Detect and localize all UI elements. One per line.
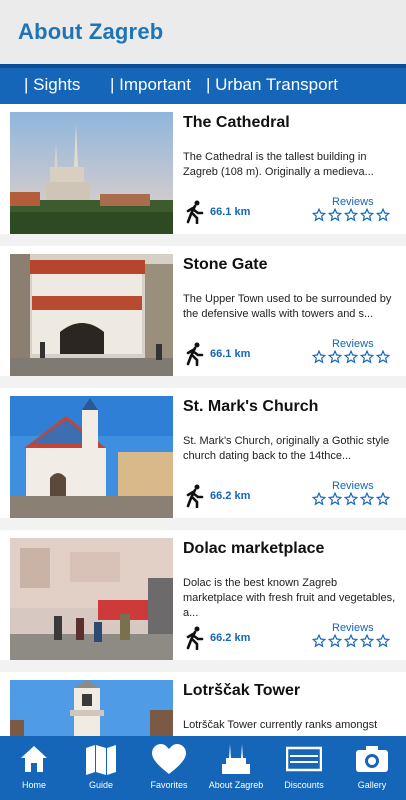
distance-value: 66.2 km [210,632,251,644]
star-icon[interactable] [360,634,374,648]
lotrscak-tower-photo [10,680,173,736]
st-marks-church-photo [10,396,173,518]
list-item[interactable]: Dolac marketplace Dolac is the best know… [0,530,406,666]
map-icon [86,745,116,775]
sight-title: Stone Gate [183,256,268,273]
distance: 66.1 km [183,342,250,366]
star-icon[interactable] [328,492,342,506]
star-rating[interactable] [312,208,390,222]
star-icon[interactable] [344,350,358,364]
reviews-link[interactable]: Reviews [332,196,374,208]
cathedral-photo [10,112,173,234]
nav-discounts[interactable]: Discounts [270,736,338,800]
list-item[interactable]: Stone Gate The Upper Town used to be sur… [0,246,406,382]
distance: 66.1 km [183,200,250,224]
distance: 66.2 km [183,626,250,650]
sight-title: St. Mark's Church [183,398,319,415]
distance-value: 66.1 km [210,206,251,218]
distance: 66.2 km [183,484,250,508]
star-icon[interactable] [328,634,342,648]
reviews-link[interactable]: Reviews [332,338,374,350]
star-icon[interactable] [312,350,326,364]
sight-description: Dolac is the best known Zagreb marketpla… [183,577,396,619]
camera-icon [356,746,388,772]
star-icon[interactable] [360,350,374,364]
nav-label: About Zagreb [208,780,264,790]
reviews-link[interactable]: Reviews [332,480,374,492]
nav-label: Home [21,780,46,790]
sight-title: Lotrščak Tower [183,682,301,699]
sight-title: Dolac marketplace [183,540,325,557]
star-icon[interactable] [376,208,390,222]
nav-label: Favorites [150,780,188,790]
star-icon[interactable] [360,208,374,222]
star-icon[interactable] [344,208,358,222]
sight-description: The Upper Town used to be surrounded by … [183,293,392,320]
nav-gallery[interactable]: Gallery [338,736,406,800]
sights-list[interactable]: The Cathedral The Cathedral is the talle… [0,104,406,736]
reviews-link[interactable]: Reviews [332,622,374,634]
star-icon[interactable] [328,208,342,222]
walking-icon [186,200,204,224]
cathedral-icon [222,744,250,774]
star-icon[interactable] [312,208,326,222]
app-screen: About Zagreb | Sights | Important | Urba… [0,0,406,800]
distance-value: 66.2 km [210,490,251,502]
tab-bar: | Sights | Important | Urban Transport [0,64,406,104]
star-icon[interactable] [376,492,390,506]
star-icon[interactable] [344,634,358,648]
star-rating[interactable] [312,492,390,506]
nav-label: Guide [88,780,114,790]
sight-title: The Cathedral [183,114,290,131]
sight-description: St. Mark's Church, originally a Gothic s… [183,435,390,462]
star-icon[interactable] [376,350,390,364]
star-icon[interactable] [312,492,326,506]
nav-label: Discounts [284,780,324,790]
page-title: About Zagreb [18,19,164,44]
dolac-marketplace-photo [10,538,173,660]
nav-home[interactable]: Home [0,736,68,800]
list-item[interactable]: St. Mark's Church St. Mark's Church, ori… [0,388,406,524]
distance-value: 66.1 km [210,348,251,360]
nav-favorites[interactable]: Favorites [135,736,203,800]
star-icon[interactable] [376,634,390,648]
star-icon[interactable] [328,350,342,364]
walking-icon [186,342,204,366]
nav-about-zagreb[interactable]: About Zagreb [202,736,270,800]
walking-icon [186,484,204,508]
sight-description: Lotrščak Tower currently ranks amongst [183,719,378,731]
star-rating[interactable] [312,350,390,364]
stone-gate-photo [10,254,173,376]
nav-guide[interactable]: Guide [67,736,135,800]
tab-important[interactable]: | Important [110,75,191,95]
list-item[interactable]: Lotrščak Tower Lotrščak Tower currently … [0,672,406,736]
star-icon[interactable] [312,634,326,648]
tab-urban-transport[interactable]: | Urban Transport [206,75,338,95]
nav-label: Gallery [357,780,387,790]
bottom-navigation: Home Guide Favorites About Zagreb Discou… [0,736,406,800]
star-icon[interactable] [360,492,374,506]
list-item[interactable]: The Cathedral The Cathedral is the talle… [0,104,406,240]
walking-icon [186,626,204,650]
heart-icon [152,744,186,774]
star-icon[interactable] [344,492,358,506]
app-header: About Zagreb [0,0,406,64]
star-rating[interactable] [312,634,390,648]
tab-sights[interactable]: | Sights [24,75,80,95]
sight-description: The Cathedral is the tallest building in… [183,151,374,178]
ticket-icon [286,746,322,772]
home-icon [21,746,47,772]
